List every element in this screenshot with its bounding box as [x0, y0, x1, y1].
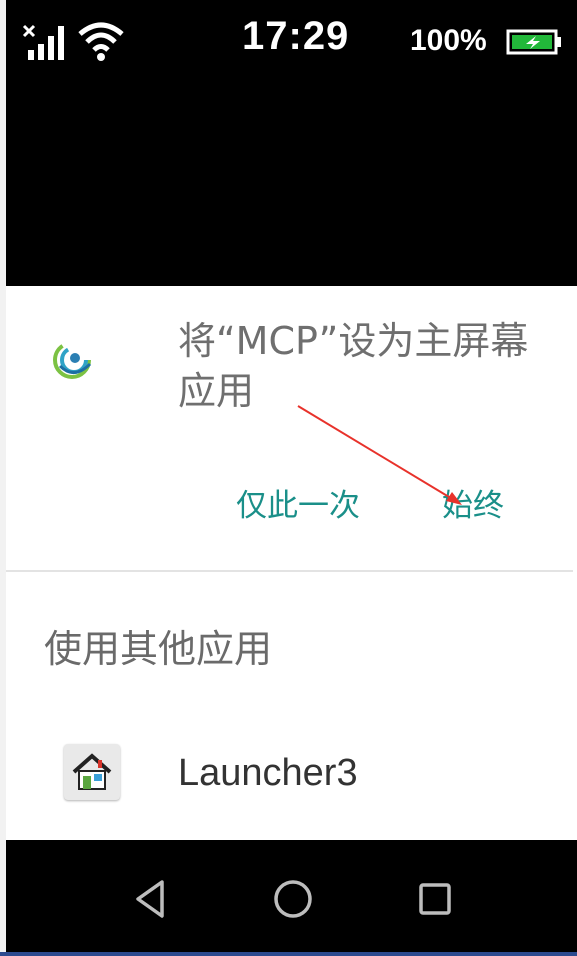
recents-icon[interactable] — [416, 880, 454, 918]
just-once-button[interactable]: 仅此一次 — [236, 480, 360, 525]
signal-no-sim-icon — [22, 24, 64, 60]
mcp-app-icon — [53, 341, 92, 379]
battery-percent: 100% — [410, 24, 487, 57]
back-icon[interactable] — [130, 878, 172, 920]
home-icon[interactable] — [270, 876, 316, 922]
home-app-chooser-dialog: 将“MCP”设为主屏幕应用 仅此一次 始终 使用其他应用 Launcher3 — [6, 286, 573, 840]
background-edge — [573, 286, 577, 840]
wifi-icon — [78, 22, 124, 61]
divider — [6, 570, 573, 572]
launcher-house-icon — [64, 744, 120, 800]
battery-charging-icon — [506, 29, 561, 55]
other-apps-heading: 使用其他应用 — [44, 627, 273, 671]
navigation-bar — [6, 840, 577, 952]
app-option-launcher3[interactable]: Launcher3 — [6, 726, 573, 826]
always-button[interactable]: 始终 — [442, 480, 504, 525]
dialog-title: 将“MCP”设为主屏幕应用 — [178, 319, 529, 413]
status-time: 17:29 — [242, 14, 350, 58]
status-bar: 17:29 100% — [6, 0, 577, 80]
launcher3-label: Launcher3 — [178, 752, 358, 794]
taskbar-edge — [0, 952, 577, 956]
